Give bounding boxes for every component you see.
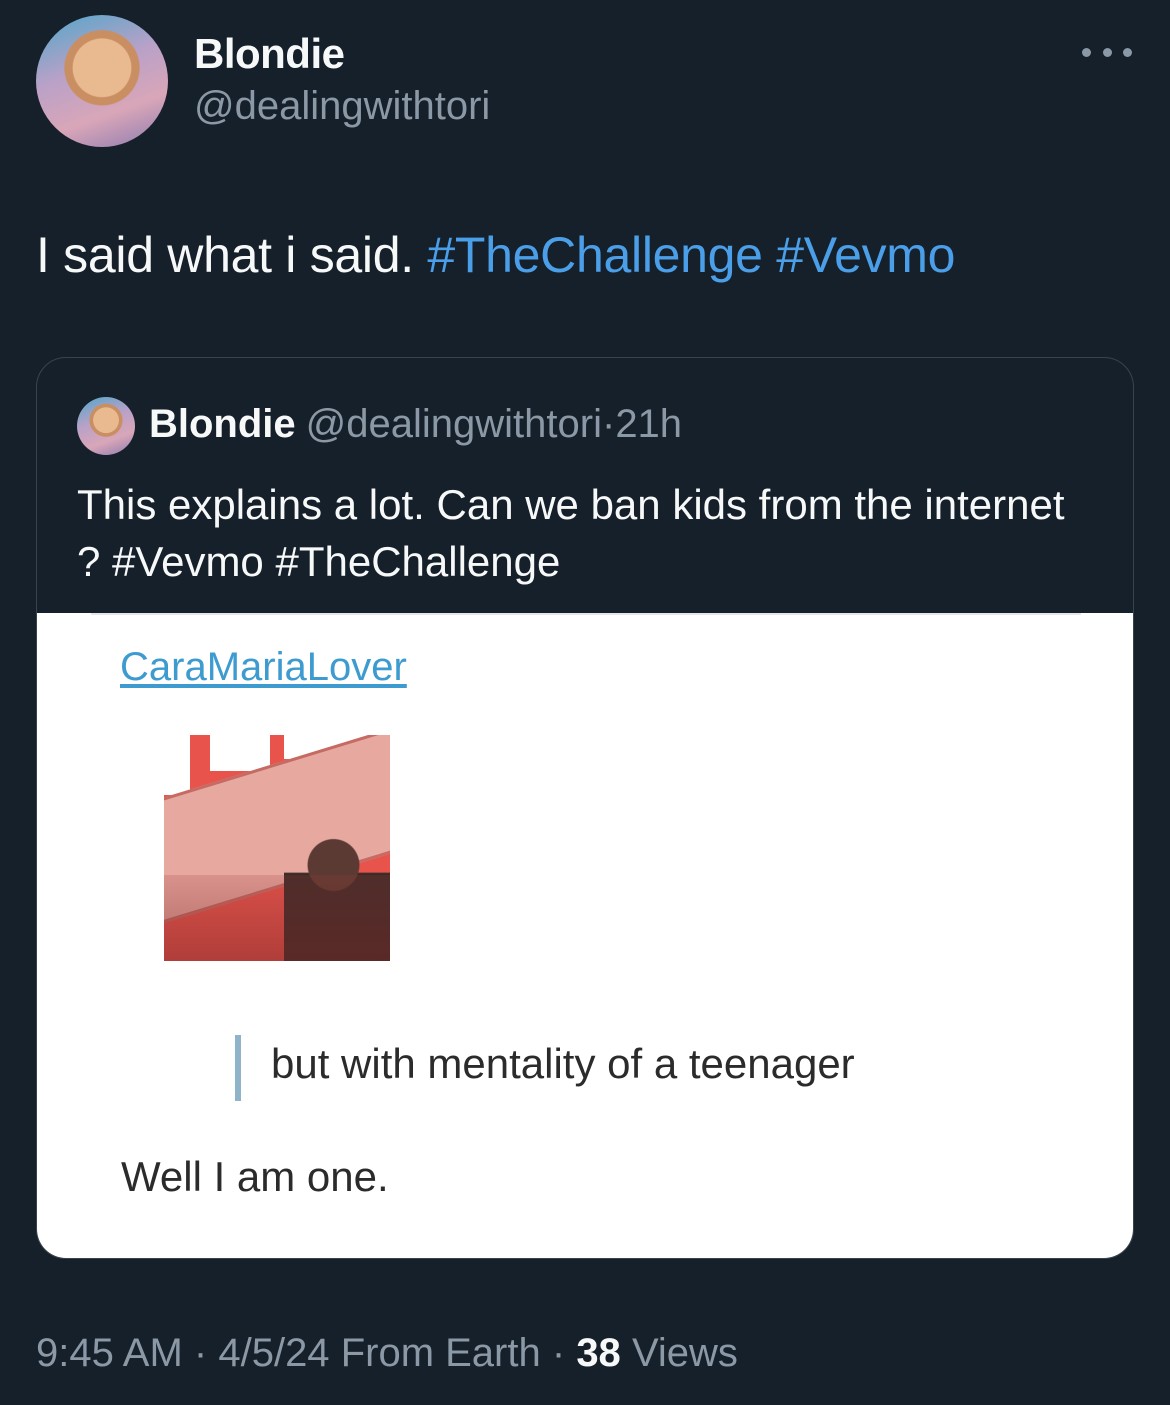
author-handle[interactable]: @dealingwithtori [194, 84, 490, 129]
screenshot-username: CaraMariaLover [120, 645, 407, 689]
screenshot-photo [164, 735, 390, 961]
media-divider [91, 613, 1081, 615]
tweet-source: From Earth [340, 1331, 541, 1375]
author-name[interactable]: Blondie [194, 30, 345, 78]
meta-separator: · [193, 1331, 208, 1375]
quoted-hashtag: #Vevmo [112, 538, 264, 585]
blockquote-bar [235, 1035, 241, 1101]
quoted-hashtag: #TheChallenge [275, 538, 561, 585]
more-horizontal-icon[interactable] [1082, 40, 1132, 64]
quoted-tweet-header: Blondie @dealingwithtori·21h [149, 402, 682, 447]
screenshot-quoted-text: but with mentality of a teenager [271, 1040, 855, 1087]
screenshot-reply-text: Well I am one. [121, 1153, 389, 1200]
views-count: 38 [576, 1331, 621, 1375]
tweet-metadata: 9:45 AM · 4/5/24 From Earth · 38 Views [36, 1331, 738, 1376]
header-separator: · [601, 402, 616, 446]
quoted-tweet-card[interactable]: Blondie @dealingwithtori·21h This explain… [36, 357, 1134, 1259]
hashtag-link[interactable]: #Vevmo [776, 227, 955, 283]
quoted-author-handle: @dealingwithtori [305, 402, 602, 446]
tweet-text-plain: I said what i said. [36, 227, 414, 283]
meta-separator: · [551, 1331, 566, 1375]
author-avatar[interactable] [36, 15, 168, 147]
views-label: Views [631, 1331, 738, 1375]
tweet-date[interactable]: 4/5/24 [218, 1331, 329, 1375]
tweet-page: Blondie @dealingwithtori I said what i s… [0, 0, 1170, 1405]
tweet-time[interactable]: 9:45 AM [36, 1331, 183, 1375]
quoted-tweet-age: 21h [615, 402, 683, 446]
hashtag-link[interactable]: #TheChallenge [427, 227, 763, 283]
tweet-text: I said what i said. #TheChallenge #Vevmo [36, 226, 955, 284]
quoted-tweet-image[interactable]: CaraMariaLover but with mentality of a t… [37, 613, 1133, 1258]
quoted-tweet-text: This explains a lot. Can we ban kids fro… [77, 476, 1087, 590]
quoted-author-avatar [77, 397, 135, 455]
quoted-author-name: Blondie [149, 402, 296, 446]
